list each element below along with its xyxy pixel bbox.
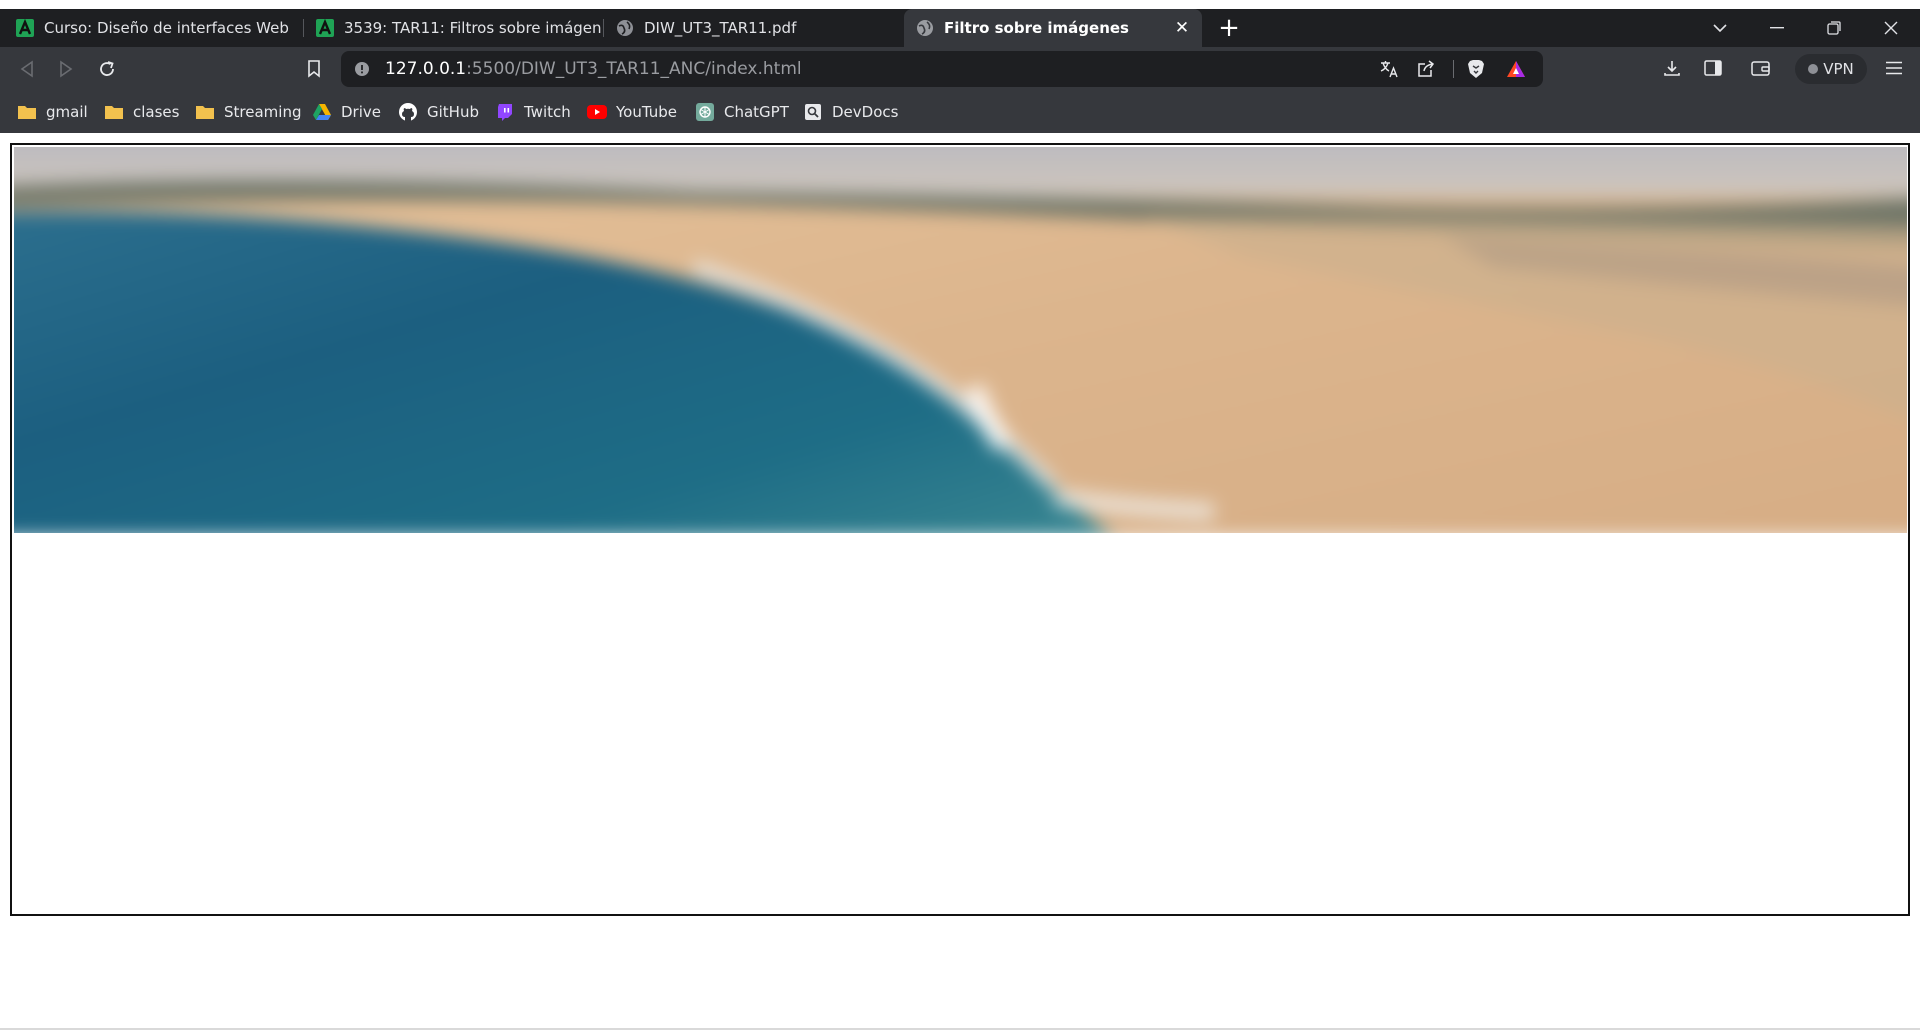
- tab-pdf[interactable]: DIW_UT3_TAR11.pdf: [604, 9, 902, 47]
- devdocs-icon: [803, 103, 823, 121]
- reload-icon[interactable]: [91, 53, 123, 85]
- sidebar-icon[interactable]: [1698, 53, 1728, 83]
- web-page: [0, 133, 1920, 1030]
- drive-icon: [312, 103, 332, 121]
- blurred-beach-image: [14, 147, 1907, 533]
- restore-icon[interactable]: [1806, 9, 1862, 47]
- bookmark-label: Streaming: [224, 103, 302, 121]
- folder-icon: [17, 103, 37, 121]
- url-text[interactable]: 127.0.0.1:5500/DIW_UT3_TAR11_ANC/index.h…: [385, 59, 802, 79]
- minimize-icon[interactable]: [1749, 9, 1805, 47]
- vpn-label: VPN: [1823, 60, 1854, 78]
- tab-task[interactable]: 3539: TAR11: Filtros sobre imágenes.: [304, 9, 602, 47]
- tab-course[interactable]: Curso: Diseño de interfaces Web: [4, 9, 302, 47]
- bookmark-icon[interactable]: [298, 53, 330, 85]
- close-window-icon[interactable]: [1863, 9, 1919, 47]
- twitch-icon: [495, 103, 515, 121]
- back-arrow-icon[interactable]: [11, 53, 43, 85]
- moodle-a-icon: [316, 19, 334, 37]
- download-icon[interactable]: [1657, 53, 1687, 83]
- share-icon[interactable]: [1411, 54, 1441, 84]
- tab-list-chevron-icon[interactable]: [1692, 9, 1748, 47]
- vpn-button[interactable]: VPN: [1795, 54, 1867, 84]
- bookmark-devdocs[interactable]: DevDocs: [803, 100, 898, 124]
- close-tab-icon[interactable]: ✕: [1172, 18, 1192, 38]
- address-separator: [1453, 60, 1454, 78]
- folder-icon: [104, 103, 124, 121]
- github-icon: [398, 103, 418, 121]
- address-bar[interactable]: 127.0.0.1:5500/DIW_UT3_TAR11_ANC/index.h…: [341, 51, 1543, 87]
- tab-title: Filtro sobre imágenes: [944, 19, 1129, 37]
- bookmark-label: Twitch: [524, 103, 571, 121]
- tab-active-filter[interactable]: Filtro sobre imágenes ✕: [904, 9, 1202, 47]
- bookmark-streaming[interactable]: Streaming: [195, 100, 301, 124]
- new-tab-button[interactable]: +: [1215, 13, 1243, 43]
- bookmark-label: ChatGPT: [724, 103, 789, 121]
- brave-shields-icon[interactable]: [1461, 54, 1491, 84]
- bookmark-label: gmail: [46, 103, 88, 121]
- site-info-icon[interactable]: [347, 54, 377, 84]
- wallet-icon[interactable]: [1746, 53, 1776, 83]
- tab-title: 3539: TAR11: Filtros sobre imágenes.: [344, 19, 602, 37]
- tab-bar: Curso: Diseño de interfaces Web 3539: TA…: [0, 9, 1920, 47]
- browser-toolbar: 127.0.0.1:5500/DIW_UT3_TAR11_ANC/index.h…: [0, 47, 1920, 91]
- bookmark-label: YouTube: [616, 103, 677, 121]
- bookmark-twitch[interactable]: Twitch: [495, 100, 571, 124]
- browser-chrome: Curso: Diseño de interfaces Web 3539: TA…: [0, 9, 1920, 133]
- folder-icon: [195, 103, 215, 121]
- forward-arrow-icon[interactable]: [50, 53, 82, 85]
- bookmark-youtube[interactable]: YouTube: [587, 100, 677, 124]
- tab-title: Curso: Diseño de interfaces Web: [44, 19, 289, 37]
- globe-icon: [616, 19, 634, 37]
- bookmark-label: DevDocs: [832, 103, 899, 121]
- chatgpt-icon: [695, 103, 715, 121]
- brave-rewards-icon[interactable]: [1501, 54, 1531, 84]
- moodle-a-icon: [16, 19, 34, 37]
- bookmark-chatgpt[interactable]: ChatGPT: [695, 100, 789, 124]
- image-container: [10, 143, 1910, 916]
- bookmark-label: GitHub: [427, 103, 479, 121]
- youtube-icon: [587, 103, 607, 121]
- bookmarks-bar: gmail clases Streaming Drive GitHub Twit…: [0, 91, 1920, 133]
- bookmark-drive[interactable]: Drive: [312, 100, 381, 124]
- vpn-status-icon: [1808, 64, 1819, 74]
- url-path: :5500/DIW_UT3_TAR11_ANC/index.html: [466, 59, 802, 79]
- beach-photo-drawing: [14, 147, 1907, 533]
- globe-icon: [916, 19, 934, 37]
- bookmark-clases[interactable]: clases: [104, 100, 179, 124]
- menu-hamburger-icon[interactable]: [1879, 53, 1909, 83]
- translate-icon[interactable]: [1374, 54, 1404, 84]
- bookmark-label: clases: [133, 103, 180, 121]
- bookmark-gmail[interactable]: gmail: [17, 100, 88, 124]
- bookmark-github[interactable]: GitHub: [398, 100, 479, 124]
- screen-top-edge: [0, 0, 1920, 9]
- bookmark-label: Drive: [341, 103, 381, 121]
- url-host: 127.0.0.1: [385, 59, 467, 79]
- tab-title: DIW_UT3_TAR11.pdf: [644, 19, 797, 37]
